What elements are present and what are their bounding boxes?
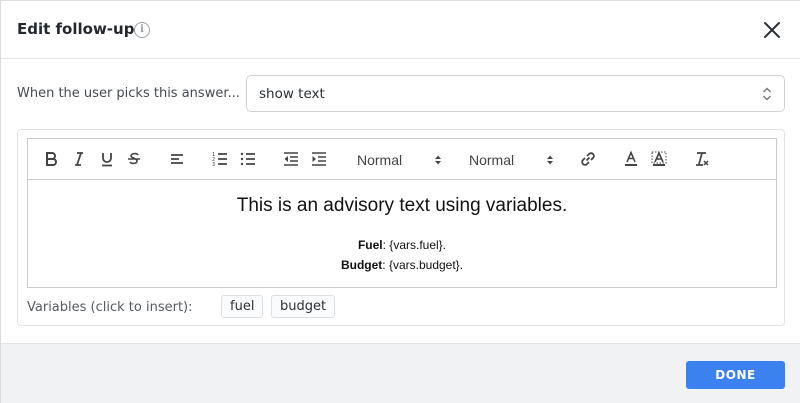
answer-trigger-label: When the user picks this answer... xyxy=(17,86,240,101)
variable-chip-fuel[interactable]: fuel xyxy=(221,295,264,318)
budget-line: Budget: {vars.budget}. xyxy=(28,258,776,272)
close-icon xyxy=(764,22,780,38)
text-color-icon xyxy=(625,150,637,166)
ordered-list-icon: 123 xyxy=(212,152,227,168)
indent-button[interactable] xyxy=(310,150,330,170)
link-button[interactable] xyxy=(579,150,599,170)
fuel-value: : {vars.fuel}. xyxy=(382,238,447,252)
fuel-label: Fuel xyxy=(357,238,383,252)
align-left-icon xyxy=(171,154,183,164)
dialog-footer: DONE xyxy=(1,343,800,403)
bold-icon xyxy=(46,152,57,166)
close-button[interactable] xyxy=(761,19,783,41)
strikethrough-icon xyxy=(128,152,140,165)
align-left-button[interactable] xyxy=(168,150,188,170)
italic-icon xyxy=(75,152,83,166)
indent-icon xyxy=(312,152,326,166)
background-color-icon xyxy=(651,151,667,166)
clear-format-icon xyxy=(696,152,709,166)
header-picker[interactable]: Normal xyxy=(357,150,443,170)
updown-caret-icon xyxy=(547,155,553,165)
outdent-button[interactable] xyxy=(282,150,302,170)
editor-content[interactable]: This is an advisory text using variables… xyxy=(27,180,777,288)
bullet-list-icon xyxy=(240,152,255,166)
variables-label: Variables (click to insert): xyxy=(27,300,193,315)
dialog-title: Edit follow-up xyxy=(17,20,135,38)
updown-caret-icon xyxy=(435,155,441,165)
ordered-list-button[interactable]: 123 xyxy=(211,150,231,170)
answer-action-select[interactable]: show text xyxy=(246,75,785,112)
editor-toolbar: 123 Normal Normal xyxy=(27,138,777,180)
header-picker-value: Normal xyxy=(357,152,403,168)
size-picker[interactable]: Normal xyxy=(469,150,555,170)
budget-label: Budget xyxy=(340,258,383,272)
info-icon[interactable]: i xyxy=(134,22,150,38)
updown-caret-icon xyxy=(763,87,771,101)
underline-button[interactable] xyxy=(98,150,118,170)
strikethrough-button[interactable] xyxy=(125,150,145,170)
variable-chip-budget[interactable]: budget xyxy=(271,295,336,318)
svg-text:3: 3 xyxy=(212,162,215,168)
outdent-icon xyxy=(284,152,298,166)
dialog-body: When the user picks this answer... show … xyxy=(1,59,800,343)
done-button[interactable]: DONE xyxy=(686,361,785,389)
italic-button[interactable] xyxy=(70,150,90,170)
budget-value: : {vars.budget}. xyxy=(382,258,464,272)
edit-follow-up-dialog: Edit follow-up i When the user picks thi… xyxy=(0,0,800,403)
rich-text-editor-card: 123 Normal Normal This is an advisory te… xyxy=(17,129,785,326)
advisory-heading: This is an advisory text using variables… xyxy=(236,195,568,216)
underline-icon xyxy=(102,153,112,167)
bullet-list-button[interactable] xyxy=(239,150,259,170)
size-picker-value: Normal xyxy=(469,152,515,168)
background-color-button[interactable] xyxy=(650,150,670,170)
bold-button[interactable] xyxy=(42,150,62,170)
text-color-button[interactable] xyxy=(622,150,642,170)
clear-format-button[interactable] xyxy=(693,150,713,170)
select-value: show text xyxy=(259,86,325,102)
dialog-header: Edit follow-up i xyxy=(1,1,800,59)
link-icon xyxy=(581,152,595,166)
fuel-line: Fuel: {vars.fuel}. xyxy=(28,238,776,252)
